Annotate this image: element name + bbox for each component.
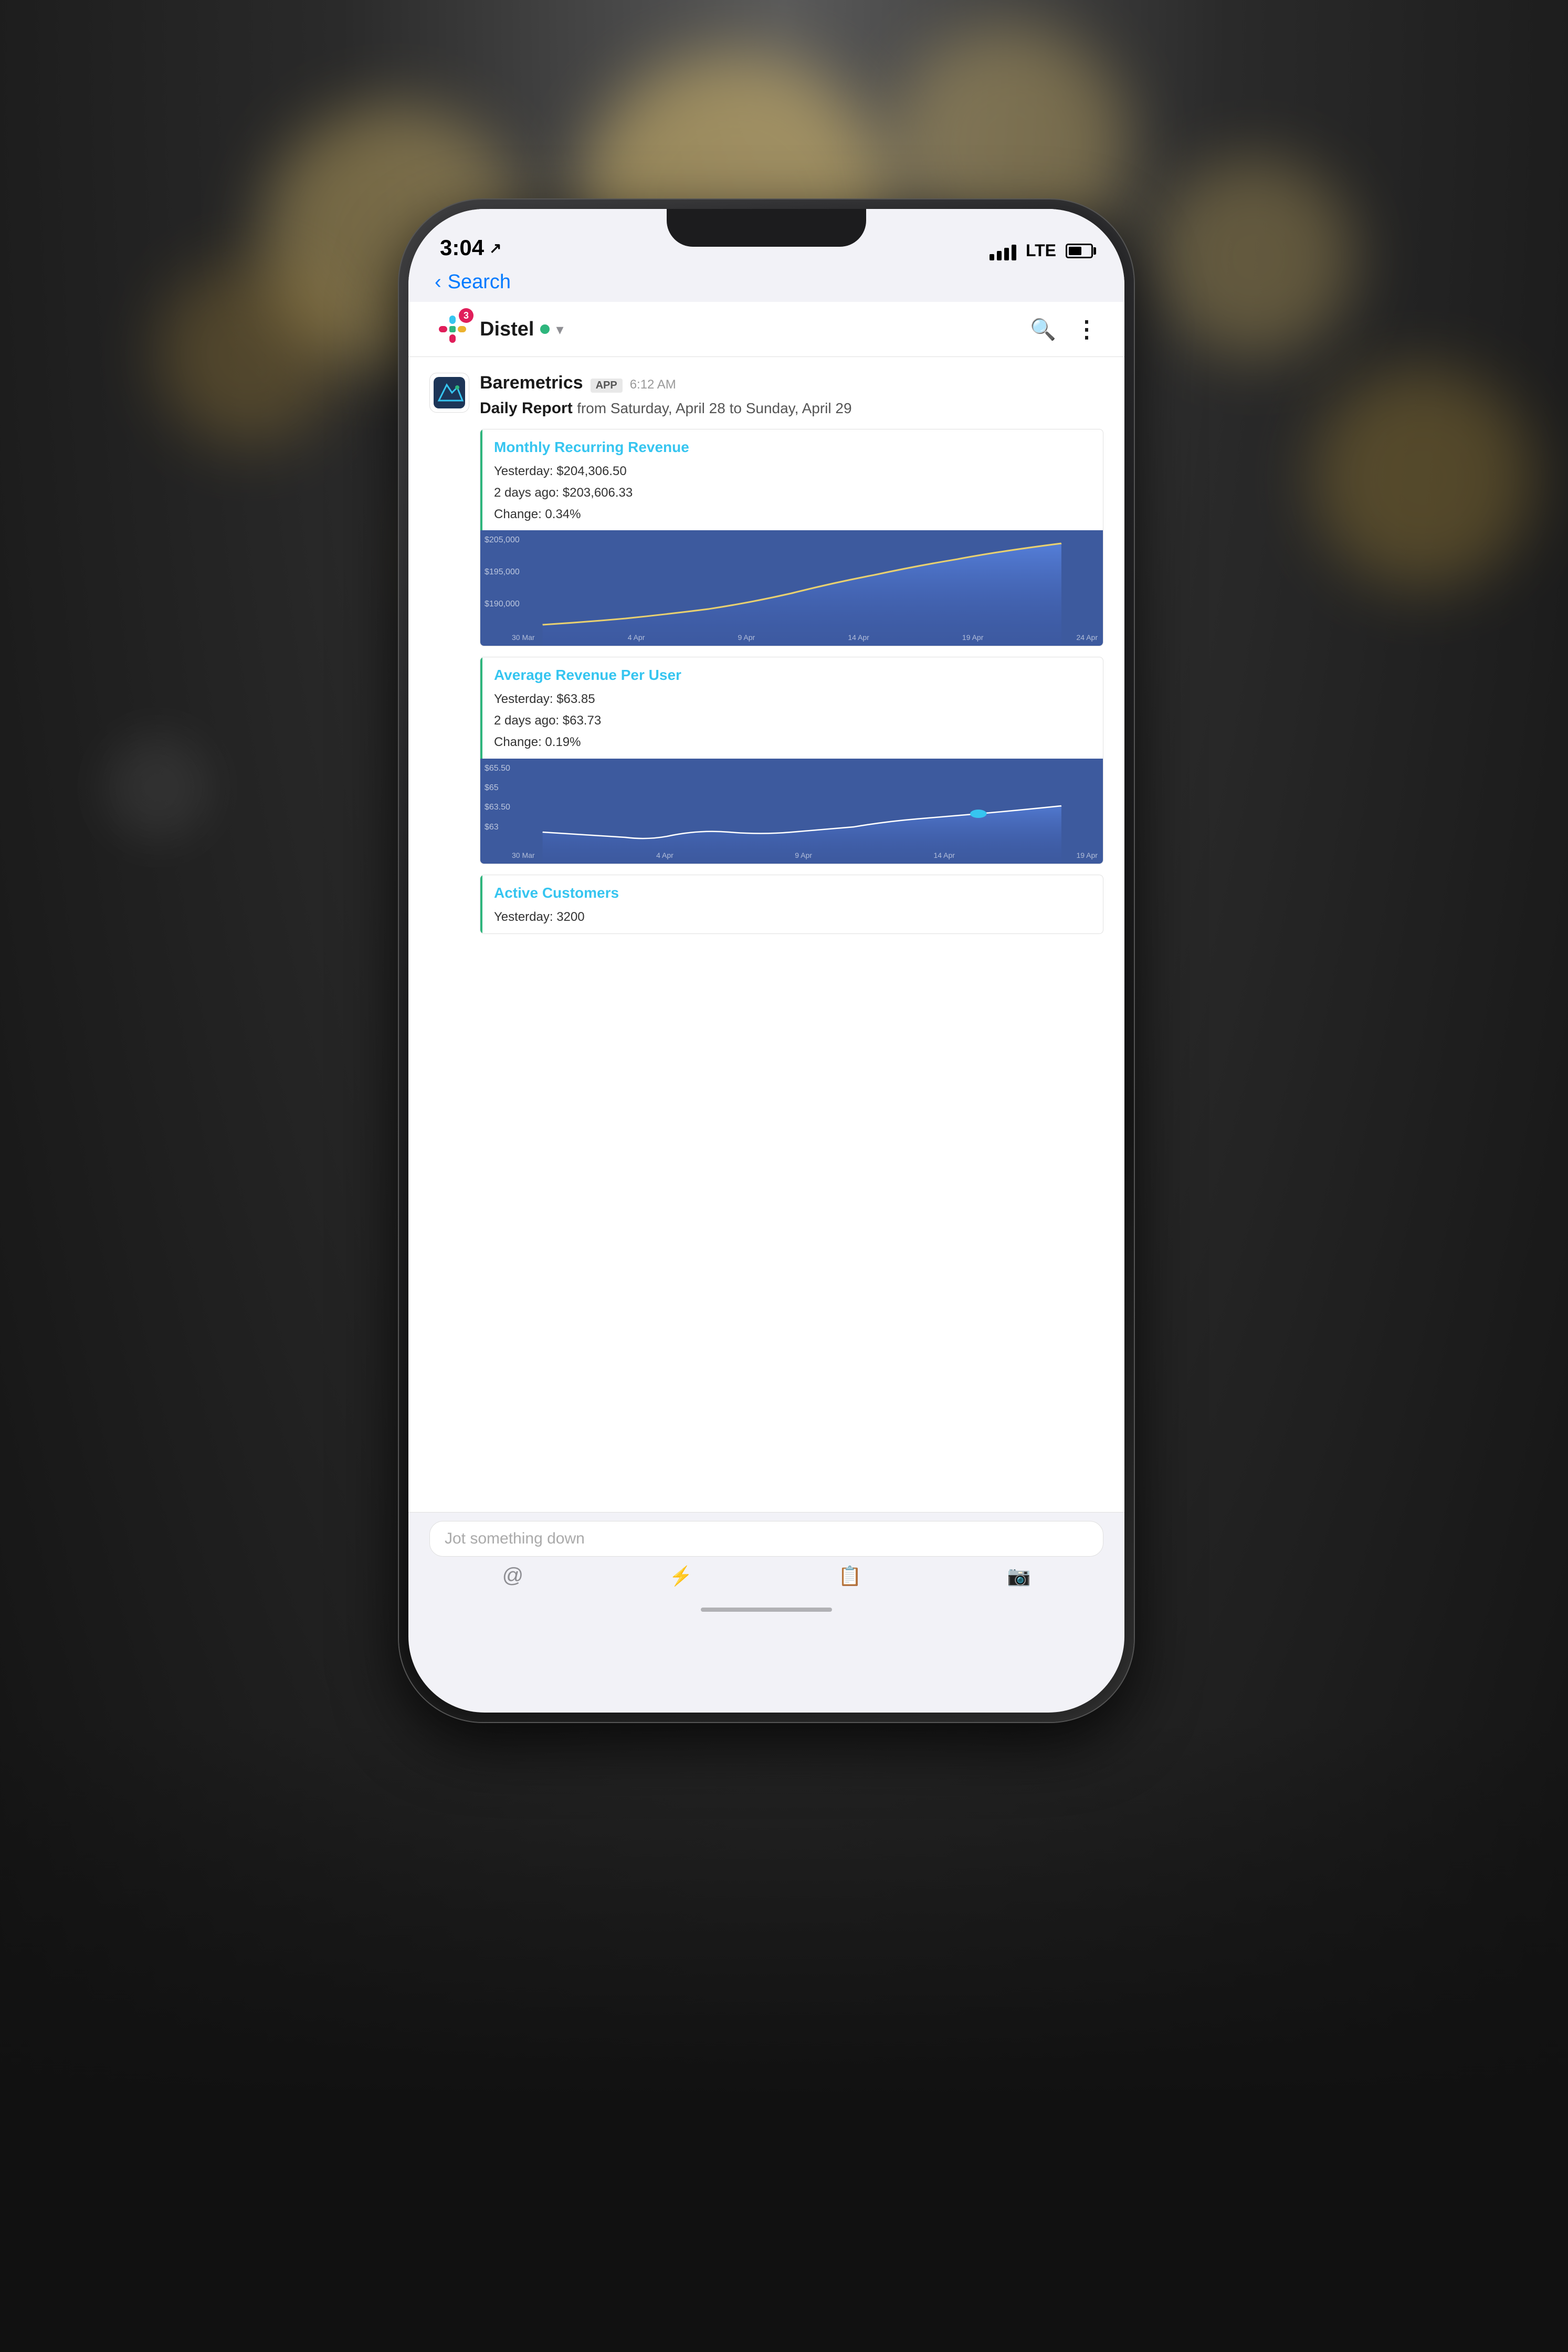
daily-report-label: Daily Report	[480, 400, 573, 417]
bot-name: Baremetrics	[480, 373, 583, 393]
mrr-card-header: Monthly Recurring Revenue Yesterday: $20…	[480, 429, 1103, 530]
channel-left: 3 Distel ▾	[435, 311, 564, 347]
message-area: Baremetrics APP 6:12 AM Daily Report fro…	[408, 357, 1124, 1512]
mrr-chart: $205,000 $195,000 $190,000	[480, 530, 1103, 646]
mrr-yesterday: Yesterday: $204,306.50	[494, 461, 1091, 482]
mrr-yesterday-label: Yesterday:	[494, 464, 553, 478]
arpu-x-label-4: 14 Apr	[933, 851, 954, 859]
active-customers-yesterday-label: Yesterday:	[494, 910, 553, 924]
daily-report-range: from Saturday, April 28 to Sunday, April…	[577, 400, 851, 416]
back-nav[interactable]: ‹ Search	[408, 267, 1124, 302]
channel-header: 3 Distel ▾ 🔍 ⋮	[408, 302, 1124, 357]
arpu-x-label-1: 30 Mar	[512, 851, 535, 859]
camera-icon[interactable]: 📷	[1007, 1565, 1031, 1587]
message-input[interactable]: Jot something down	[429, 1521, 1103, 1557]
mention-icon[interactable]: @	[502, 1564, 524, 1588]
arpu-two-days-label: 2 days ago:	[494, 713, 559, 728]
arpu-two-days: 2 days ago: $63.73	[494, 710, 1091, 732]
input-placeholder: Jot something down	[445, 1530, 585, 1547]
mrr-change-label: Change:	[494, 507, 542, 521]
mrr-metric-card: Monthly Recurring Revenue Yesterday: $20…	[480, 429, 1103, 646]
status-right: LTE	[990, 241, 1093, 260]
arpu-change-label: Change:	[494, 735, 542, 749]
bot-message-time: 6:12 AM	[630, 377, 676, 392]
input-bar: Jot something down @ ⚡ 📋 📷	[408, 1512, 1124, 1594]
arpu-x-label-3: 9 Apr	[795, 851, 812, 859]
channel-dropdown-icon[interactable]: ▾	[556, 321, 563, 338]
battery-icon	[1066, 244, 1093, 258]
message-content: Baremetrics APP 6:12 AM Daily Report fro…	[408, 357, 1124, 1512]
mrr-yesterday-value: $204,306.50	[556, 464, 626, 478]
mrr-two-days-value: $203,606.33	[563, 486, 633, 500]
active-customers-yesterday-value: 3200	[556, 910, 584, 924]
bot-avatar	[429, 373, 469, 413]
arpu-change-value: 0.19%	[545, 735, 581, 749]
arpu-change: Change: 0.19%	[494, 732, 1091, 753]
mrr-x-label-3: 9 Apr	[738, 633, 755, 642]
arpu-title: Average Revenue Per User	[494, 667, 1091, 684]
slash-command-icon[interactable]: ⚡	[669, 1565, 692, 1587]
status-time: 3:04 ↗	[440, 235, 502, 260]
bot-message-subtitle: Daily Report from Saturday, April 28 to …	[480, 397, 1103, 419]
clock-time: 3:04	[440, 235, 484, 260]
mrr-x-label-4: 14 Apr	[848, 633, 869, 642]
mrr-x-label-1: 30 Mar	[512, 633, 535, 642]
channel-name[interactable]: Distel	[480, 318, 534, 341]
signal-icon	[990, 242, 1016, 260]
phone-notch	[667, 209, 866, 247]
arpu-x-label-5: 19 Apr	[1076, 851, 1097, 859]
slack-logo: 3	[435, 311, 470, 347]
arpu-card-header: Average Revenue Per User Yesterday: $63.…	[480, 657, 1103, 758]
mrr-two-days-label: 2 days ago:	[494, 486, 559, 500]
mrr-title: Monthly Recurring Revenue	[494, 439, 1091, 456]
search-icon[interactable]: 🔍	[1030, 317, 1056, 342]
notification-badge: 3	[459, 308, 473, 323]
bot-message-content: Baremetrics APP 6:12 AM Daily Report fro…	[480, 373, 1103, 934]
mrr-x-label-6: 24 Apr	[1077, 633, 1098, 642]
active-customers-yesterday: Yesterday: 3200	[494, 907, 1091, 928]
online-status-dot	[540, 324, 550, 334]
app-badge: APP	[591, 379, 623, 393]
bot-message: Baremetrics APP 6:12 AM Daily Report fro…	[429, 373, 1103, 934]
location-icon: ↗	[489, 239, 501, 257]
mrr-chart-svg	[480, 530, 1103, 646]
attachment-icon[interactable]: 📋	[838, 1565, 861, 1587]
back-arrow-icon[interactable]: ‹	[435, 271, 441, 293]
more-options-icon[interactable]: ⋮	[1075, 316, 1098, 343]
mrr-change: Change: 0.34%	[494, 504, 1091, 526]
active-customers-header: Active Customers Yesterday: 3200	[480, 875, 1103, 933]
mrr-x-label-5: 19 Apr	[962, 633, 983, 642]
network-type: LTE	[1026, 241, 1056, 260]
active-customers-card: Active Customers Yesterday: 3200	[480, 875, 1103, 934]
mrr-two-days: 2 days ago: $203,606.33	[494, 482, 1091, 504]
bot-message-header: Baremetrics APP 6:12 AM	[480, 373, 1103, 393]
arpu-chart: $65.50 $65 $63.50 $63	[480, 759, 1103, 864]
arpu-two-days-value: $63.73	[563, 713, 601, 728]
phone-device: 3:04 ↗ LTE	[399, 200, 1134, 1722]
back-nav-label[interactable]: Search	[448, 271, 511, 293]
mrr-x-label-2: 4 Apr	[628, 633, 645, 642]
home-bar	[701, 1608, 832, 1612]
active-customers-title: Active Customers	[494, 885, 1091, 901]
arpu-chart-svg	[480, 759, 1103, 864]
arpu-x-label-2: 4 Apr	[656, 851, 673, 859]
baremetrics-logo-icon	[434, 377, 465, 408]
arpu-yesterday-value: $63.85	[556, 692, 595, 706]
input-toolbar: @ ⚡ 📋 📷	[429, 1564, 1103, 1588]
arpu-yesterday-label: Yesterday:	[494, 692, 553, 706]
arpu-yesterday: Yesterday: $63.85	[494, 689, 1091, 710]
channel-right: 🔍 ⋮	[1030, 316, 1098, 343]
mrr-change-value: 0.34%	[545, 507, 581, 521]
home-indicator	[408, 1594, 1124, 1625]
arpu-metric-card: Average Revenue Per User Yesterday: $63.…	[480, 657, 1103, 864]
